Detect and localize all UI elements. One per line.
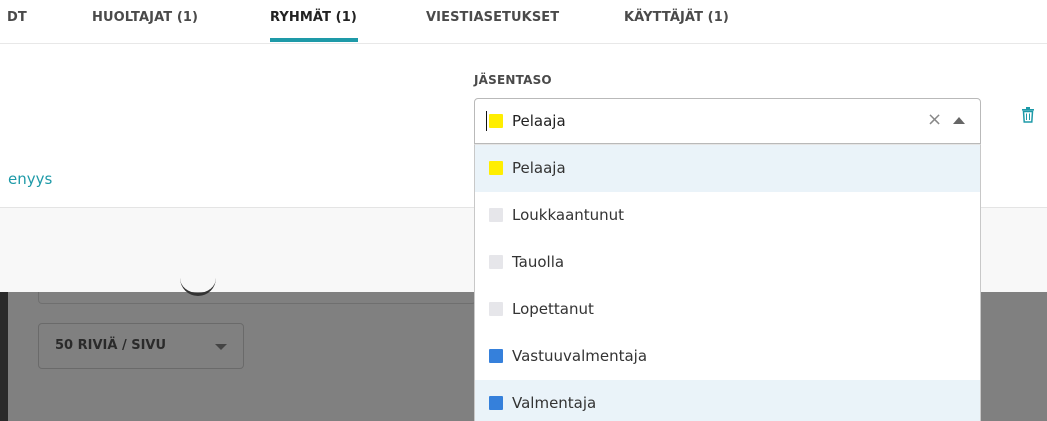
tab-guardians[interactable]: HUOLTAJAT (1) xyxy=(92,10,198,25)
chevron-up-icon[interactable] xyxy=(953,117,965,124)
option-item[interactable]: Valmentaja xyxy=(475,380,980,421)
active-tab-indicator xyxy=(270,38,358,42)
rows-per-page-select[interactable]: 50 RIVIÄ / SIVU xyxy=(38,323,244,369)
color-swatch xyxy=(489,302,503,316)
option-label: Vastuuvalmentaja xyxy=(512,347,648,365)
color-swatch xyxy=(489,114,503,128)
option-label: Tauolla xyxy=(512,253,565,271)
option-label: Loukkaantunut xyxy=(512,206,625,224)
member-level-select[interactable]: Pelaaja × xyxy=(474,98,981,144)
overlay-edge xyxy=(0,292,8,421)
member-level-label: JÄSENTASO xyxy=(474,73,552,87)
option-item[interactable]: Vastuuvalmentaja xyxy=(475,333,980,380)
option-label: Valmentaja xyxy=(512,394,597,412)
tab-bar: DT HUOLTAJAT (1) RYHMÄT (1) VIESTIASETUK… xyxy=(0,0,1047,44)
partial-link[interactable]: enyys xyxy=(8,170,52,188)
tab-partial[interactable]: DT xyxy=(7,10,27,25)
backdrop-card-edge xyxy=(38,292,476,304)
option-item[interactable]: Loukkaantunut xyxy=(475,192,980,239)
option-item[interactable]: Tauolla xyxy=(475,239,980,286)
tab-groups[interactable]: RYHMÄT (1) xyxy=(270,10,357,25)
tab-message-settings[interactable]: VIESTIASETUKSET xyxy=(426,10,559,25)
option-item[interactable]: Pelaaja xyxy=(475,145,980,192)
option-label: Lopettanut xyxy=(512,300,594,318)
member-level-options: Pelaaja Loukkaantunut Tauolla Lopettanut Vas… xyxy=(474,144,981,421)
color-swatch xyxy=(489,396,503,410)
close-icon[interactable]: × xyxy=(927,109,942,130)
tab-users[interactable]: KÄYTTÄJÄT (1) xyxy=(624,10,729,25)
color-swatch xyxy=(489,208,503,222)
option-item[interactable]: Lopettanut xyxy=(475,286,980,333)
text-cursor xyxy=(486,111,487,131)
rows-per-page-label: 50 RIVIÄ / SIVU xyxy=(55,338,167,353)
trash-icon[interactable] xyxy=(1021,107,1035,123)
color-swatch xyxy=(489,161,503,175)
option-label: Pelaaja xyxy=(512,159,566,177)
color-swatch xyxy=(489,349,503,363)
selected-value: Pelaaja xyxy=(512,112,566,130)
color-swatch xyxy=(489,255,503,269)
chevron-down-icon xyxy=(215,344,227,350)
